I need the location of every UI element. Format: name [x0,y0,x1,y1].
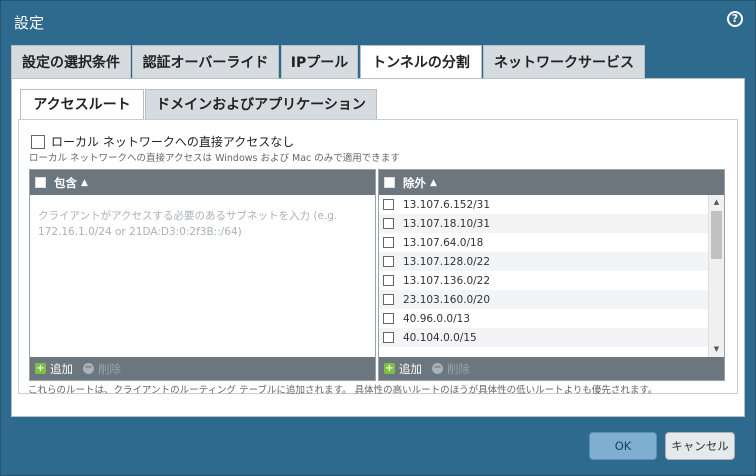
table-row[interactable]: 13.107.6.152/31 [379,195,708,214]
delete-icon: − [432,362,443,374]
table-row[interactable]: 40.104.0.0/15 [379,328,708,347]
include-grid: 包含 ▲ クライアントがアクセスする必要のあるサブネットを入力 (e.g. 17… [29,169,376,381]
direct-access-note: ローカル ネットワークへの直接アクセスは Windows および Mac のみで… [29,153,400,164]
row-checkbox[interactable] [383,294,394,305]
exclude-scrollbar[interactable]: ▲ ▼ [708,195,724,357]
no-direct-access-label: ローカル ネットワークへの直接アクセスなし [51,135,295,149]
exclude-route: 23.103.160.0/20 [403,293,491,306]
row-checkbox[interactable] [383,199,394,210]
include-placeholder[interactable]: クライアントがアクセスする必要のあるサブネットを入力 (e.g. 172.16.… [38,208,365,240]
row-checkbox[interactable] [383,332,394,343]
exclude-header-label[interactable]: 除外 [403,175,426,191]
include-header: 包含 ▲ [30,170,375,195]
include-add-label: 追加 [50,361,73,376]
include-add-button[interactable]: + 追加 [35,361,73,377]
no-direct-access-checkbox[interactable] [31,134,45,149]
include-delete-button[interactable]: − 削除 [83,361,121,377]
settings-dialog: 設定 ? 設定の選択条件 認証オーバーライド IPプール トンネルの分割 ネット… [0,0,756,476]
routing-note: これらのルートは、クライアントのルーティング テーブルに追加されます。 具体性の… [28,385,658,396]
exclude-route: 13.107.136.0/22 [403,274,491,287]
row-checkbox[interactable] [383,275,394,286]
exclude-delete-button[interactable]: − 削除 [432,361,470,377]
exclude-route: 13.107.6.152/31 [403,198,491,211]
dialog-title: 設定 [14,14,45,32]
add-icon: + [35,363,46,374]
exclude-route: 13.107.128.0/22 [403,255,491,268]
ok-button[interactable]: OK [589,432,657,460]
tab-selection-criteria[interactable]: 設定の選択条件 [11,45,131,79]
scroll-up-icon[interactable]: ▲ [709,195,724,210]
include-header-label[interactable]: 包含 [54,175,77,191]
exclude-route: 13.107.18.10/31 [403,217,491,230]
sort-asc-icon[interactable]: ▲ [430,178,437,188]
include-delete-label: 削除 [98,361,121,376]
table-row[interactable]: 40.96.0.0/13 [379,309,708,328]
tab-auth-override[interactable]: 認証オーバーライド [132,45,279,79]
subtab-domain-app[interactable]: ドメインおよびアプリケーション [145,89,377,120]
exclude-route: 13.107.64.0/18 [403,236,484,249]
sort-asc-icon[interactable]: ▲ [81,178,88,188]
exclude-add-label: 追加 [399,361,422,376]
table-row[interactable]: 23.103.160.0/20 [379,290,708,309]
row-checkbox[interactable] [383,218,394,229]
include-select-all-checkbox[interactable] [35,177,46,188]
exclude-header: 除外 ▲ [379,170,724,195]
tab-network-services[interactable]: ネットワークサービス [483,45,645,79]
no-direct-access-row: ローカル ネットワークへの直接アクセスなし [31,133,294,150]
access-route-panel: ローカル ネットワークへの直接アクセスなし ローカル ネットワークへの直接アクセ… [18,119,738,394]
exclude-rows: 13.107.6.152/31 13.107.18.10/31 13.107.6… [379,195,708,357]
add-icon: + [384,363,395,374]
include-footer: + 追加 − 削除 [30,357,375,380]
exclude-grid: 除外 ▲ 13.107.6.152/31 13.107.18.10/31 13.… [378,169,725,381]
tab-ip-pool[interactable]: IPプール [281,45,358,79]
table-row[interactable]: 13.107.136.0/22 [379,271,708,290]
scroll-thumb[interactable] [711,211,722,259]
exclude-add-button[interactable]: + 追加 [384,361,422,377]
tab-split-tunnel[interactable]: トンネルの分割 [360,45,482,79]
exclude-select-all-checkbox[interactable] [384,177,395,188]
cancel-button[interactable]: キャンセル [665,432,735,460]
delete-icon: − [83,362,94,374]
help-circle-icon[interactable]: ? [727,11,743,27]
subtab-access-route[interactable]: アクセスルート [20,89,144,120]
split-tunnel-panel: アクセスルート ドメインおよびアプリケーション ローカル ネットワークへの直接ア… [11,78,745,417]
table-row[interactable]: 13.107.18.10/31 [379,214,708,233]
row-checkbox[interactable] [383,313,394,324]
scroll-down-icon[interactable]: ▼ [709,342,724,357]
table-row[interactable]: 13.107.128.0/22 [379,252,708,271]
row-checkbox[interactable] [383,256,394,267]
exclude-route: 40.104.0.0/15 [403,331,477,344]
exclude-footer: + 追加 − 削除 [379,357,724,380]
exclude-delete-label: 削除 [447,361,470,376]
exclude-route: 40.96.0.0/13 [403,312,470,325]
table-row[interactable]: 13.107.64.0/18 [379,233,708,252]
row-checkbox[interactable] [383,237,394,248]
